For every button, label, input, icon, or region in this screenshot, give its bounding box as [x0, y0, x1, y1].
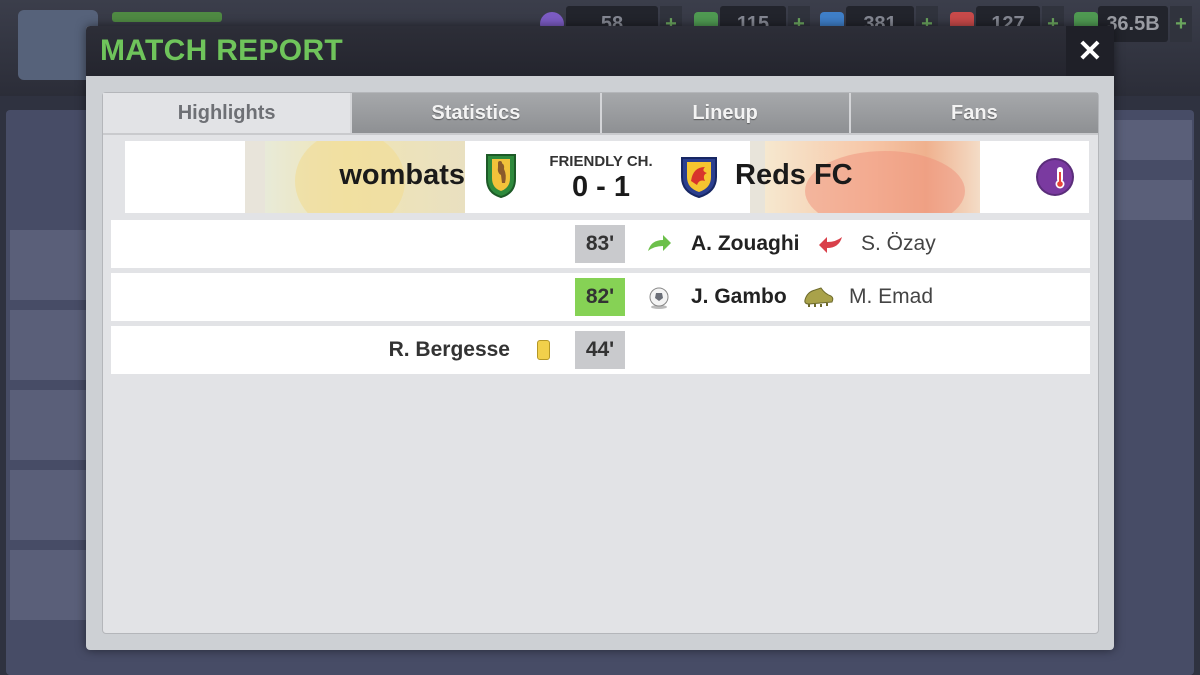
- player-in-name[interactable]: A. Zouaghi: [691, 232, 800, 256]
- event-minute: 83': [575, 225, 625, 263]
- background-list-item: [10, 390, 90, 460]
- goal-scorer-name[interactable]: J. Gambo: [691, 285, 787, 309]
- close-button[interactable]: ✕: [1066, 26, 1114, 76]
- background-list-item: [10, 550, 90, 620]
- tab-fans[interactable]: Fans: [850, 93, 1098, 133]
- booked-player-name[interactable]: R. Bergesse: [389, 338, 510, 362]
- background-list-item: [10, 310, 90, 380]
- add-cash-button[interactable]: +: [1170, 6, 1192, 42]
- tab-divider: [103, 133, 1098, 135]
- match-header: wombats FRIENDLY CH. 0 - 1 Reds FC: [125, 141, 1089, 213]
- event-minute: 44': [575, 331, 625, 369]
- background-side-item: [1102, 180, 1192, 220]
- resource-cash-value: 36.5B: [1106, 12, 1160, 35]
- modal-header: MATCH REPORT ✕: [86, 26, 1114, 76]
- tab-lineup[interactable]: Lineup: [601, 93, 851, 133]
- away-team-name[interactable]: Reds FC: [735, 159, 853, 192]
- player-out-name[interactable]: S. Özay: [861, 232, 936, 256]
- night-temperature-icon[interactable]: [1035, 157, 1075, 197]
- background-club-name: [112, 12, 222, 22]
- event-minute: 82': [575, 278, 625, 316]
- sub-in-arrow-icon: [648, 235, 671, 251]
- yellow-card-icon: [537, 340, 550, 360]
- event-row-substitution: 83' A. Zouaghi S. Özay: [111, 220, 1090, 268]
- event-row-yellow-card: R. Bergesse 44': [111, 326, 1090, 374]
- dragon-shield-icon[interactable]: [679, 155, 719, 199]
- home-photo-placeholder: [125, 141, 245, 213]
- match-report-modal: MATCH REPORT ✕ Highlights Statistics Lin…: [86, 26, 1114, 650]
- tab-highlights[interactable]: Highlights: [103, 93, 353, 133]
- ball-icon: [649, 287, 669, 309]
- background-side-item: [1102, 120, 1192, 160]
- tab-bar: Highlights Statistics Lineup Fans: [103, 93, 1098, 133]
- assist-player-name[interactable]: M. Emad: [849, 285, 933, 309]
- competition-label: FRIENDLY CH.: [549, 153, 653, 170]
- modal-title: MATCH REPORT: [100, 34, 344, 67]
- tab-statistics[interactable]: Statistics: [352, 93, 602, 133]
- kangaroo-shield-icon[interactable]: [483, 153, 519, 199]
- sub-out-arrow-icon: [819, 237, 842, 253]
- event-row-goal: 82' J. Gambo M. Emad: [111, 273, 1090, 321]
- background-list-item: [10, 230, 90, 300]
- boot-icon: [804, 287, 834, 307]
- report-content: Highlights Statistics Lineup Fans wombat…: [102, 92, 1099, 634]
- home-team-name[interactable]: wombats: [339, 159, 465, 192]
- match-score: 0 - 1: [571, 171, 631, 203]
- background-list-item: [10, 470, 90, 540]
